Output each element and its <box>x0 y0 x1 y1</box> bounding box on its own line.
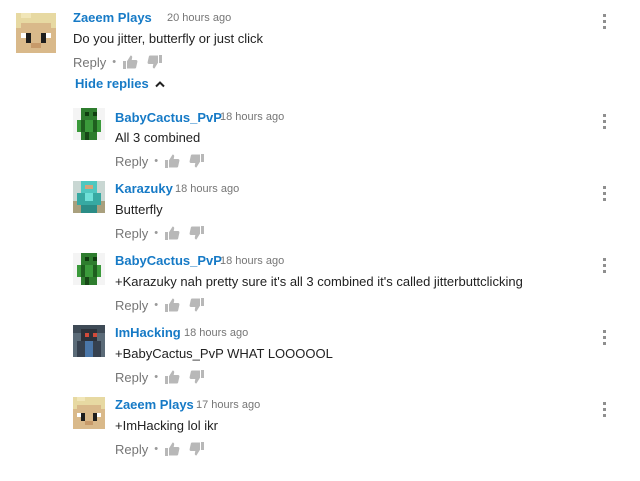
avatar[interactable] <box>73 325 105 357</box>
comment-text: +Karazuky nah pretty sure it's all 3 com… <box>115 274 523 289</box>
reply-comment: BabyCactus_PvP 18 hours ago +Karazuky na… <box>0 248 640 320</box>
comment-time[interactable]: 18 hours ago <box>220 255 284 267</box>
avatar[interactable] <box>73 397 105 429</box>
comment-text: Butterfly <box>115 202 163 217</box>
thumbs-down-icon[interactable] <box>189 297 205 313</box>
comment-time[interactable]: 18 hours ago <box>220 111 284 123</box>
thumbs-down-icon[interactable] <box>189 153 205 169</box>
comment-text: +ImHacking lol ikr <box>115 418 218 433</box>
comment-time[interactable]: 20 hours ago <box>167 12 231 24</box>
thumbs-up-icon[interactable] <box>164 297 180 313</box>
thumbs-up-icon[interactable] <box>122 54 138 70</box>
separator-dot: • <box>154 227 159 239</box>
thumbs-down-icon[interactable] <box>189 369 205 385</box>
more-vert-icon[interactable] <box>600 257 608 273</box>
separator-dot: • <box>154 371 159 383</box>
comment-text: +BabyCactus_PvP WHAT LOOOOOL <box>115 346 333 361</box>
separator-dot: • <box>154 155 159 167</box>
comment-author[interactable]: BabyCactus_PvP <box>115 110 222 125</box>
hide-replies-label: Hide replies <box>75 76 149 91</box>
comment-author[interactable]: Zaeem Plays <box>115 397 194 412</box>
comment-actions: Reply • <box>115 225 214 241</box>
comment-actions: Reply • <box>115 153 214 169</box>
comment-author[interactable]: ImHacking <box>115 325 181 340</box>
thumbs-up-icon[interactable] <box>164 225 180 241</box>
reply-button[interactable]: Reply <box>115 298 148 313</box>
comment-time[interactable]: 17 hours ago <box>196 399 260 411</box>
avatar[interactable] <box>16 13 56 53</box>
comment-actions: Reply • <box>115 441 214 457</box>
comment-actions: Reply • <box>73 54 172 70</box>
comment-author[interactable]: Zaeem Plays <box>73 10 152 25</box>
more-vert-icon[interactable] <box>600 185 608 201</box>
reply-button[interactable]: Reply <box>115 226 148 241</box>
comment-author[interactable]: BabyCactus_PvP <box>115 253 222 268</box>
more-vert-icon[interactable] <box>600 401 608 417</box>
chevron-up-icon <box>154 80 165 87</box>
reply-button[interactable]: Reply <box>115 370 148 385</box>
avatar[interactable] <box>73 181 105 213</box>
reply-button[interactable]: Reply <box>115 442 148 457</box>
comment-time[interactable]: 18 hours ago <box>184 327 248 339</box>
comment-actions: Reply • <box>115 297 214 313</box>
more-vert-icon[interactable] <box>600 113 608 129</box>
avatar[interactable] <box>73 253 105 285</box>
comment-time[interactable]: 18 hours ago <box>175 183 239 195</box>
thumbs-up-icon[interactable] <box>164 441 180 457</box>
reply-button[interactable]: Reply <box>73 55 106 70</box>
hide-replies-button[interactable]: Hide replies <box>75 76 165 91</box>
avatar[interactable] <box>73 108 105 140</box>
reply-comment: Zaeem Plays 17 hours ago +ImHacking lol … <box>0 392 640 464</box>
comment-author[interactable]: Karazuky <box>115 181 173 196</box>
top-comment: Zaeem Plays 20 hours ago Do you jitter, … <box>0 0 640 76</box>
thumbs-up-icon[interactable] <box>164 369 180 385</box>
thumbs-down-icon[interactable] <box>189 225 205 241</box>
reply-comment: ImHacking 18 hours ago +BabyCactus_PvP W… <box>0 320 640 392</box>
separator-dot: • <box>112 56 117 68</box>
thumbs-down-icon[interactable] <box>147 54 163 70</box>
reply-comment: Karazuky 18 hours ago Butterfly Reply • <box>0 176 640 248</box>
separator-dot: • <box>154 299 159 311</box>
thumbs-down-icon[interactable] <box>189 441 205 457</box>
comment-text: All 3 combined <box>115 130 201 145</box>
separator-dot: • <box>154 443 159 455</box>
reply-button[interactable]: Reply <box>115 154 148 169</box>
reply-comment: BabyCactus_PvP 18 hours ago All 3 combin… <box>0 104 640 176</box>
more-vert-icon[interactable] <box>600 329 608 345</box>
comment-actions: Reply • <box>115 369 214 385</box>
more-vert-icon[interactable] <box>600 13 608 29</box>
thumbs-up-icon[interactable] <box>164 153 180 169</box>
comment-text: Do you jitter, butterfly or just click <box>73 31 264 46</box>
